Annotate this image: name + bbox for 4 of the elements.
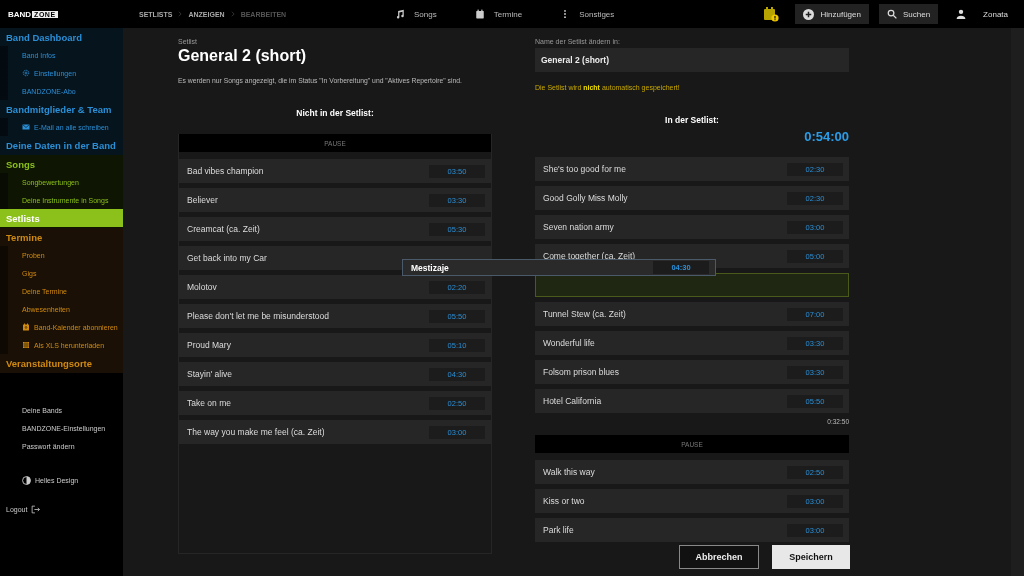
page-title: General 2 (short) xyxy=(178,47,308,65)
list-heading: Nicht in der Setlist: xyxy=(295,108,375,118)
list-heading: In der Setlist: xyxy=(664,115,720,125)
total-duration: 0:54:00 xyxy=(803,129,849,144)
